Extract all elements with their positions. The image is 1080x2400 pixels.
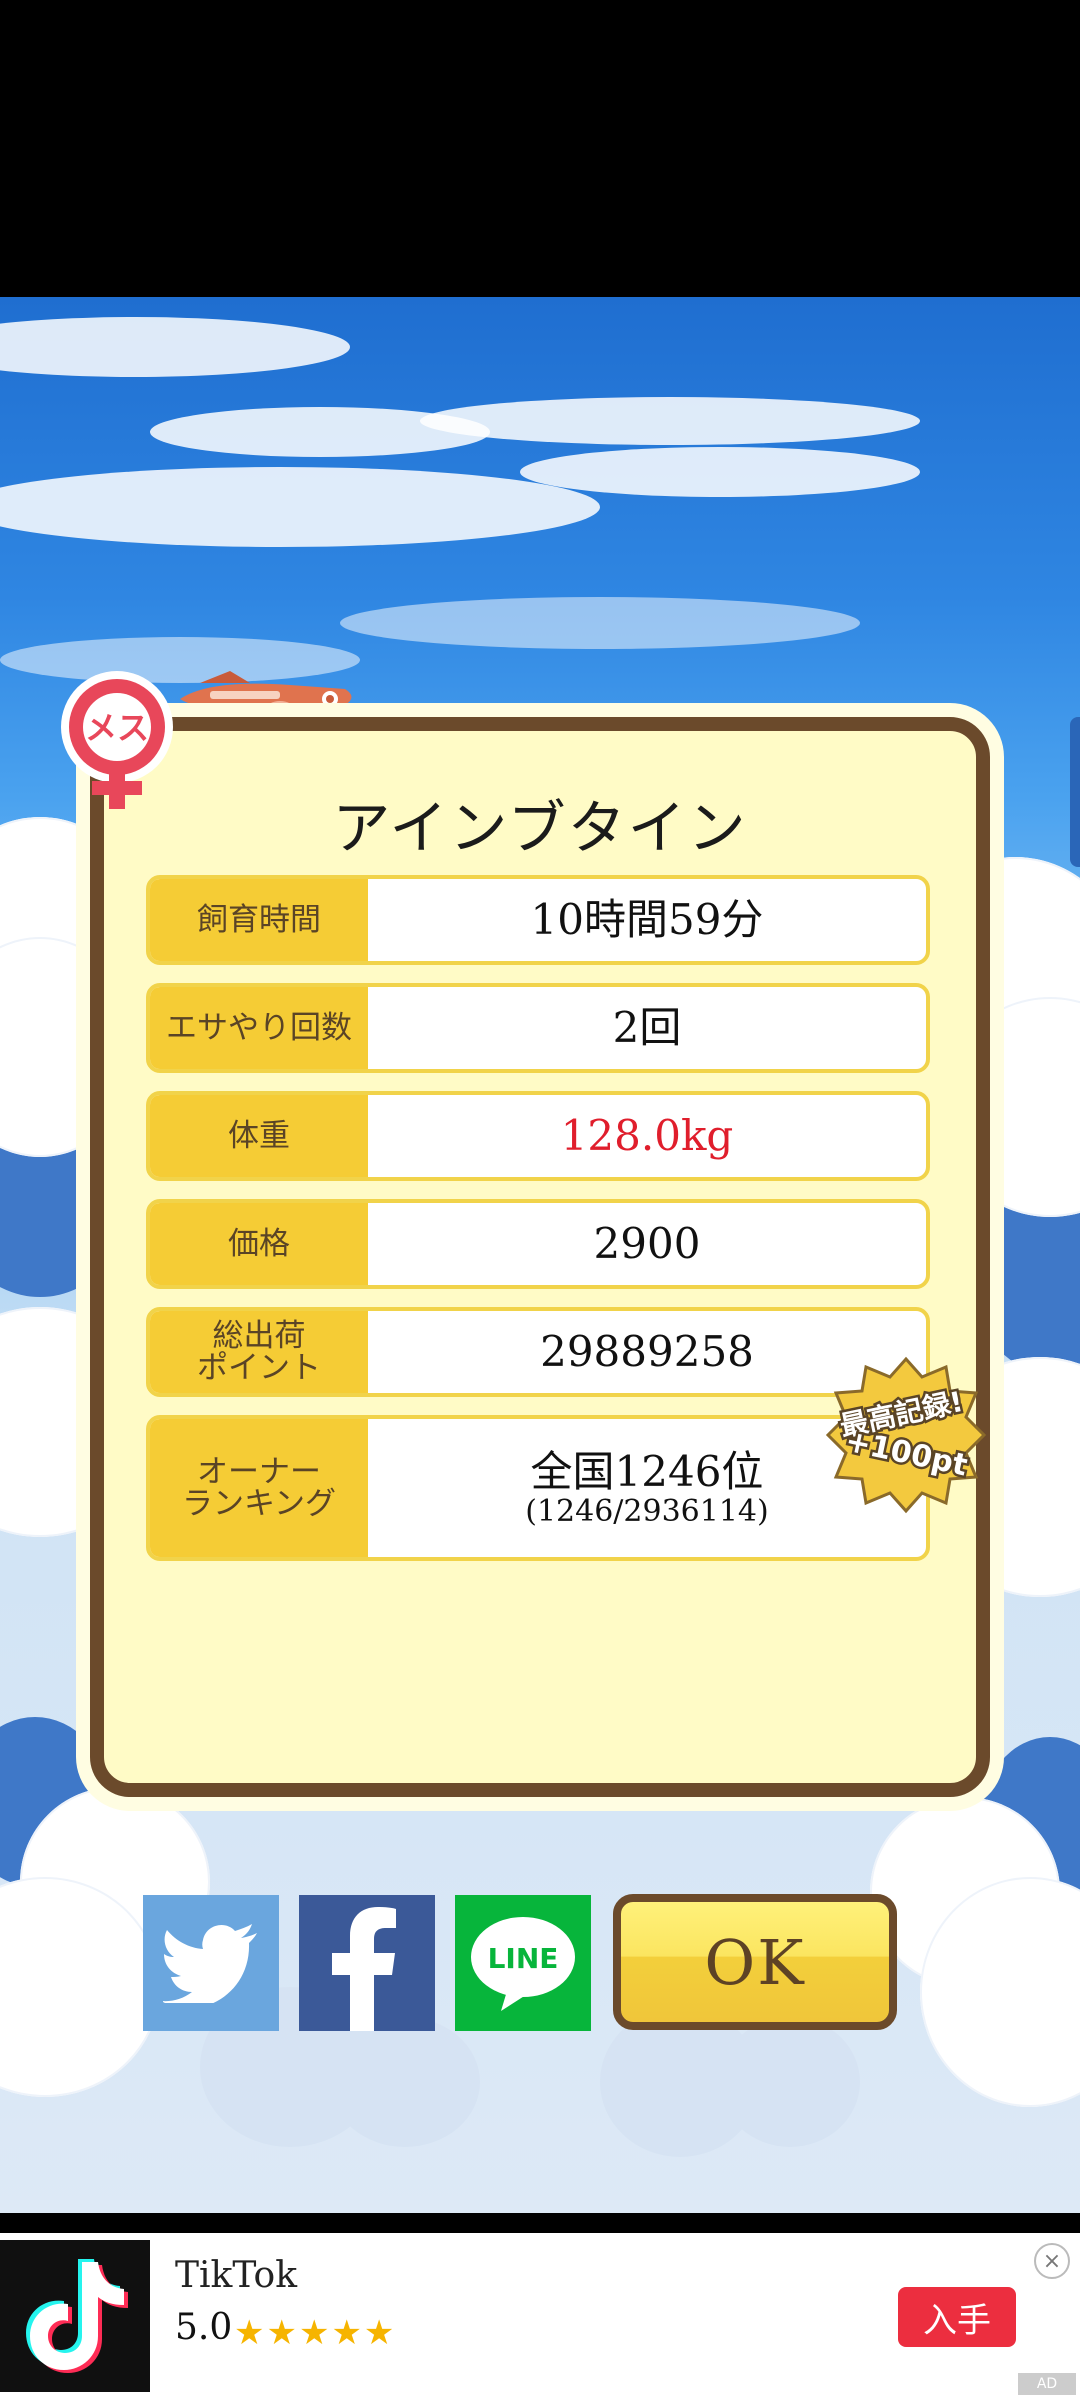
stat-label: 価格 — [150, 1203, 368, 1285]
divider — [0, 2213, 1080, 2233]
stat-row-breeding-time: 飼育時間 10時間59分 — [146, 875, 930, 965]
stat-value: 128.0kg — [560, 1111, 734, 1160]
ad-app-name[interactable]: TikTok — [175, 2255, 297, 2296]
stat-value: 2回 — [612, 1003, 682, 1052]
record-burst-badge: 最高記録! +100pt — [826, 1356, 986, 1514]
svg-text:LINE: LINE — [488, 1942, 559, 1975]
ad-install-button[interactable]: 入手 — [898, 2287, 1016, 2347]
ad-rating: 5.0 — [175, 2307, 233, 2348]
stat-label: 飼育時間 — [150, 879, 368, 961]
side-edge-tab — [1070, 717, 1080, 867]
pig-name-title: アインブタイン — [332, 794, 748, 862]
twitter-share-button[interactable] — [143, 1895, 279, 2031]
ok-button-label: OK — [704, 1925, 806, 1999]
stat-row-feed-count: エサやり回数 2回 — [146, 983, 930, 1073]
stat-value: 10時間59分 — [530, 895, 764, 944]
twitter-bird-icon — [163, 1924, 257, 2003]
female-badge: メス — [61, 671, 173, 809]
ad-tag: AD — [1018, 2373, 1076, 2395]
line-icon: LINE — [471, 1917, 575, 2011]
sky-cloud — [520, 447, 920, 497]
stat-label: 総出荷 ポイント — [150, 1311, 368, 1393]
stat-row-weight: 体重 128.0kg — [146, 1091, 930, 1181]
stat-label: 体重 — [150, 1095, 368, 1177]
stat-label: エサやり回数 — [150, 987, 368, 1069]
stat-row-total-points: 総出荷 ポイント 29889258 — [146, 1307, 930, 1397]
stat-row-owner-ranking: オーナー ランキング 全国1246位 (1246/2936114) — [146, 1415, 930, 1561]
ad-stars: ★★★★★ — [234, 2313, 397, 2353]
cloud — [330, 2017, 480, 2147]
stat-label: オーナー ランキング — [150, 1419, 368, 1557]
ok-button[interactable]: OK — [613, 1894, 897, 2030]
sky-cloud — [340, 597, 860, 649]
ad-close-icon[interactable]: × — [1034, 2243, 1070, 2279]
tiktok-app-icon[interactable] — [0, 2240, 150, 2392]
ad-banner[interactable]: TikTok 5.0 ★★★★★ 入手 × AD — [0, 2233, 1080, 2400]
stat-row-price: 価格 2900 — [146, 1199, 930, 1289]
line-share-button[interactable]: LINE — [455, 1895, 591, 2031]
stat-value: 2900 — [593, 1219, 701, 1268]
facebook-share-button[interactable] — [299, 1895, 435, 2031]
sky-cloud — [0, 317, 350, 377]
facebook-f-icon — [332, 1907, 396, 2031]
ranking-detail: (1246/2936114) — [525, 1494, 769, 1529]
cloud — [720, 2017, 860, 2147]
sky-cloud — [0, 467, 600, 547]
svg-text:メス: メス — [85, 709, 149, 747]
sky-cloud — [420, 397, 920, 445]
game-screen: アインブタイン 飼育時間 10時間59分 エサやり回数 2回 体重 128.0k… — [0, 297, 1080, 2213]
